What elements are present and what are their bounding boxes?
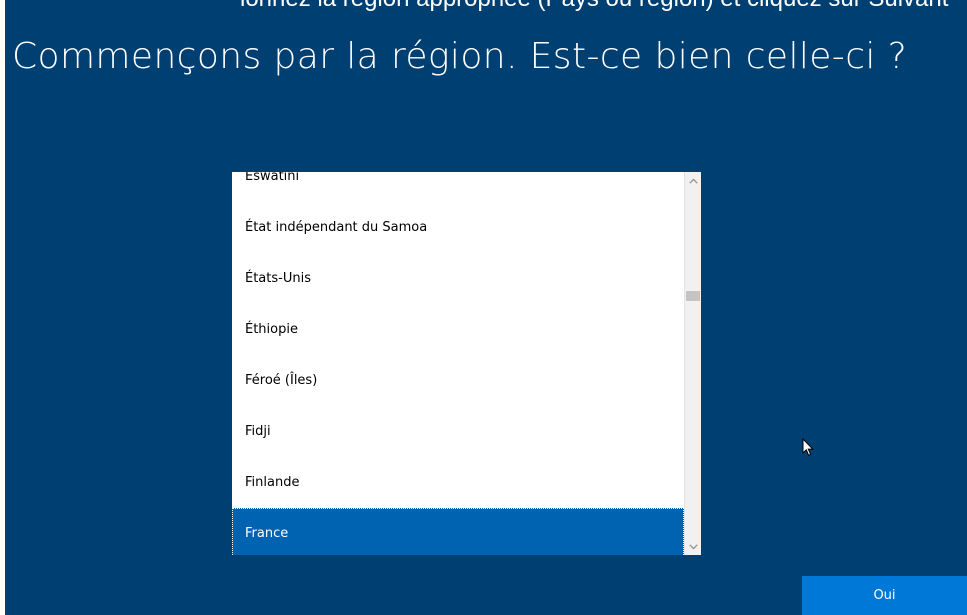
scroll-down-button[interactable] <box>685 538 701 555</box>
region-list-items: Eswatini État indépendant du Samoa États… <box>232 172 684 555</box>
confirm-button[interactable]: Oui <box>802 576 967 615</box>
screen: ionnez la région appropriée (Pays ou rég… <box>0 0 967 615</box>
list-item-selected[interactable]: France <box>232 508 684 555</box>
chevron-up-icon <box>688 178 698 184</box>
region-list[interactable]: Eswatini État indépendant du Samoa États… <box>232 172 701 555</box>
list-item[interactable]: État indépendant du Samoa <box>232 202 684 253</box>
list-item[interactable]: Éthiopie <box>232 304 684 355</box>
list-item[interactable]: Fidji <box>232 406 684 457</box>
page-title: Commençons par la région. Est-ce bien ce… <box>12 36 908 77</box>
list-item[interactable]: Féroé (Îles) <box>232 355 684 406</box>
chevron-down-icon <box>688 543 698 549</box>
oobe-region-panel: ionnez la région appropriée (Pays ou rég… <box>5 0 967 615</box>
list-item[interactable]: Eswatini <box>232 172 684 202</box>
mouse-pointer-icon <box>802 437 814 461</box>
list-item[interactable]: Finlande <box>232 457 684 508</box>
list-item[interactable]: États-Unis <box>232 253 684 304</box>
scroll-up-button[interactable] <box>685 172 701 189</box>
list-scrollbar[interactable] <box>684 172 701 555</box>
instruction-text: ionnez la région appropriée (Pays ou rég… <box>240 0 948 13</box>
scroll-thumb[interactable] <box>686 291 700 301</box>
